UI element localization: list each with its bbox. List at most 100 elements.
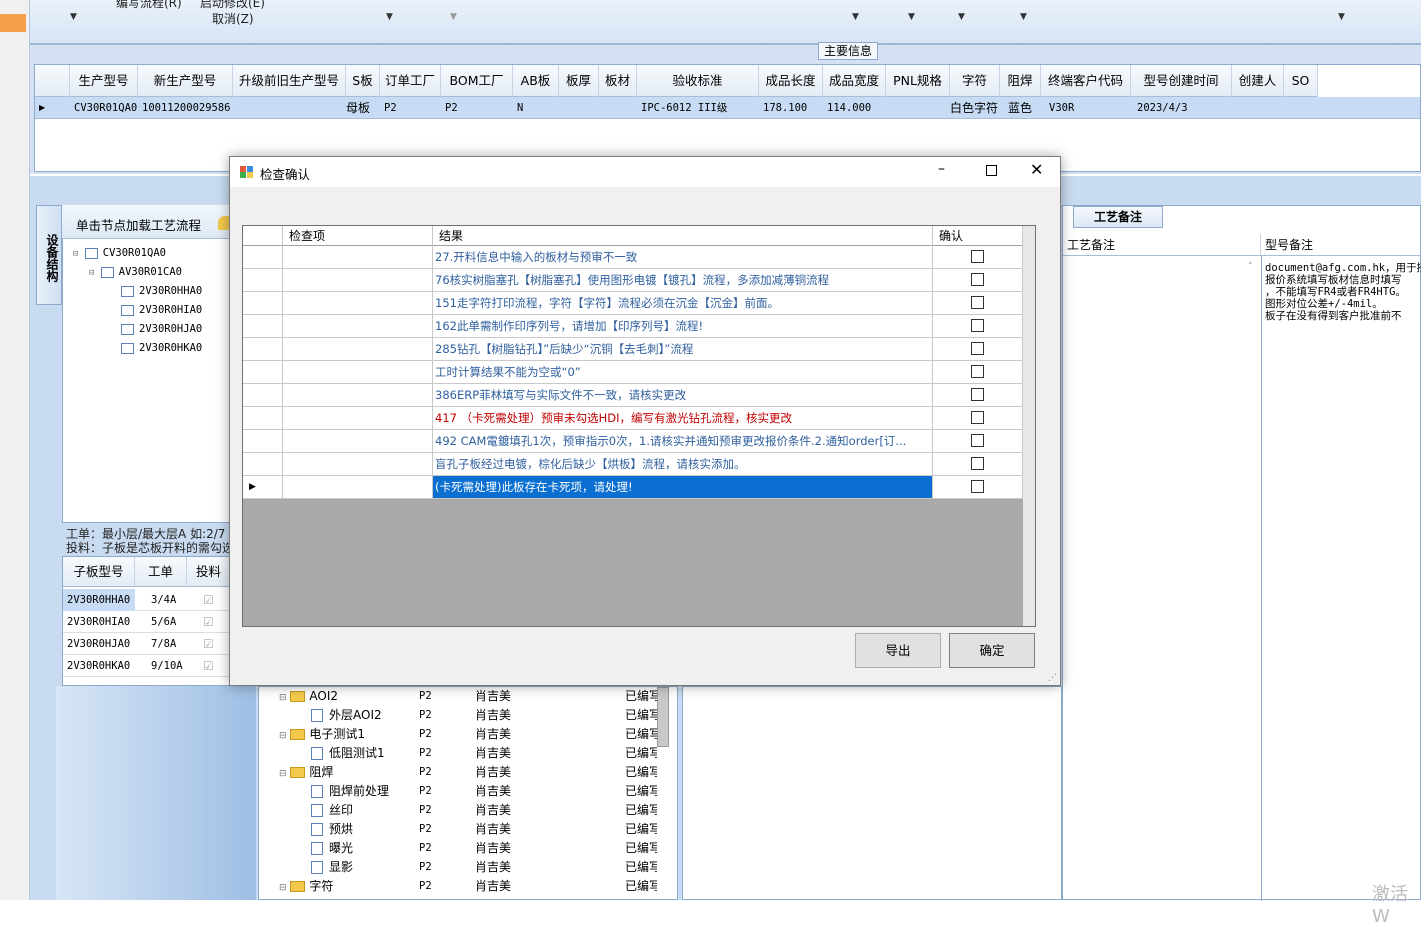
confirm-checkbox[interactable] [971, 342, 984, 355]
table-row[interactable]: 2V30R0HJA0 7/8A ☑ [63, 633, 253, 655]
table-row[interactable]: 2V30R0HKA0 9/10A ☑ [63, 655, 253, 677]
list-item[interactable]: 低阻测试1 P2 肖吉美 已编写 [259, 744, 657, 763]
chevron-down-icon[interactable]: ▼ [958, 12, 965, 22]
list-item[interactable]: ⊟ AOI2 P2 肖吉美 已编写 [259, 687, 657, 706]
confirm-checkbox[interactable] [971, 296, 984, 309]
row-header[interactable] [243, 384, 283, 406]
row-header[interactable] [243, 430, 283, 452]
tree-node[interactable]: 2V30R0HHA0 [121, 282, 202, 300]
confirm-checkbox[interactable] [971, 480, 984, 493]
tree-node[interactable]: ⊟ AV30R01CA0 [89, 263, 182, 281]
chevron-down-icon[interactable]: ▼ [386, 12, 393, 22]
tab-process-remark[interactable]: 工艺备注 [1073, 206, 1163, 228]
grid-cell[interactable]: CV30R01QA0 [70, 97, 138, 119]
column-header[interactable]: 检查项 [283, 226, 433, 246]
column-header[interactable]: 确认 [933, 226, 1023, 246]
scroll-up-icon[interactable]: ˄ [1248, 262, 1253, 272]
grid-cell[interactable]: 7/8A [147, 633, 187, 655]
confirm-cell[interactable] [933, 384, 1023, 406]
table-row[interactable]: 417 （卡死需处理）预审未勾选HDI，编写有激光钻孔流程，核实更改 [243, 407, 1023, 430]
confirm-checkbox[interactable] [971, 250, 984, 263]
column-header[interactable]: 创建人 [1232, 65, 1284, 97]
minimize-icon[interactable]: – [938, 161, 945, 177]
grid-cell[interactable]: 2V30R0HJA0 [63, 633, 135, 655]
table-row[interactable]: 76核实树脂塞孔【树脂塞孔】使用图形电镀【镀孔】流程，多添加减薄铜流程 [243, 269, 1023, 292]
left-rail-selected-item[interactable] [0, 14, 26, 32]
table-row[interactable]: 386ERP菲林填写与实际文件不一致，请核实更改 [243, 384, 1023, 407]
column-header[interactable]: 升级前旧生产型号 [233, 65, 346, 97]
checkbox-checked-icon[interactable]: ☑ [199, 589, 219, 611]
list-item[interactable]: 外层AOI2 P2 肖吉美 已编写 [259, 706, 657, 725]
check-item-cell[interactable] [283, 384, 433, 406]
table-row[interactable]: 492 CAM電鍍填孔1次，预审指示0次，1.请核实并通知预审更改报价条件.2.… [243, 430, 1023, 453]
checkbox-checked-icon[interactable]: ☑ [199, 611, 219, 633]
confirm-cell[interactable] [933, 269, 1023, 291]
confirm-checkbox[interactable] [971, 434, 984, 447]
grid-cell[interactable]: 9/10A [147, 655, 187, 677]
check-item-cell[interactable] [283, 476, 433, 498]
grid-cell[interactable]: 5/6A [147, 611, 187, 633]
column-header[interactable]: 阻焊 [1000, 65, 1041, 97]
confirm-cell[interactable] [933, 338, 1023, 360]
confirm-cell[interactable] [933, 407, 1023, 429]
tab-equipment-structure[interactable]: 设备结构 [36, 205, 62, 305]
grid-cell[interactable]: 2V30R0HIA0 [63, 611, 135, 633]
table-row[interactable]: 2V30R0HHA0 3/4A ☑ [63, 589, 253, 611]
column-header[interactable]: 订单工厂 [380, 65, 441, 97]
model-remark-text[interactable]: document@afg.com.hk，用于接 报价系统填写板材信息时填写 ，不… [1265, 262, 1421, 322]
chevron-down-icon[interactable]: ▼ [450, 12, 457, 22]
check-item-cell[interactable] [283, 269, 433, 291]
column-header[interactable]: 型号创建时间 [1131, 65, 1232, 97]
result-cell[interactable]: 76核实树脂塞孔【树脂塞孔】使用图形电镀【镀孔】流程，多添加减薄铜流程 [433, 269, 933, 291]
grid-cell[interactable]: P2 [380, 97, 441, 119]
collapse-icon[interactable]: ⊟ [279, 883, 287, 893]
checkbox-checked-icon[interactable]: ☑ [199, 655, 219, 677]
ok-button[interactable]: 确定 [949, 633, 1035, 668]
check-item-cell[interactable] [283, 430, 433, 452]
table-row[interactable]: 285钻孔【树脂钻孔】”后缺少“沉铜【去毛刺】”流程 [243, 338, 1023, 361]
column-header[interactable]: 工单 [135, 557, 187, 587]
column-header[interactable]: 结果 [433, 226, 933, 246]
column-header[interactable]: 型号备注 [1261, 234, 1421, 256]
row-header[interactable] [243, 338, 283, 360]
table-row[interactable]: ▶ CV30R01QA0 10011200029586 母板 P2 P2 N I… [35, 97, 1420, 119]
confirm-cell[interactable] [933, 453, 1023, 475]
column-header[interactable]: PNL规格 [886, 65, 950, 97]
scrollbar[interactable] [1023, 226, 1035, 626]
column-header[interactable]: 终端客户代码 [1041, 65, 1131, 97]
result-cell[interactable]: 285钻孔【树脂钻孔】”后缺少“沉铜【去毛刺】”流程 [433, 338, 933, 360]
grid-cell[interactable]: 蓝色 [1004, 97, 1045, 119]
grid-cell[interactable]: 2V30R0HKA0 [63, 655, 135, 677]
scrollbar-thumb[interactable] [657, 687, 669, 747]
result-cell[interactable]: 492 CAM電鍍填孔1次，预审指示0次，1.请核实并通知预审更改报价条件.2.… [433, 430, 933, 452]
result-cell[interactable]: 386ERP菲林填写与实际文件不一致，请核实更改 [433, 384, 933, 406]
confirm-cell[interactable] [933, 476, 1023, 498]
chevron-down-icon[interactable]: ▼ [908, 12, 915, 22]
grid-cell[interactable]: 114.000 [823, 97, 886, 119]
tree-node[interactable]: 2V30R0HJA0 [121, 320, 202, 338]
cancel-label[interactable]: 取消(Z) [212, 10, 254, 27]
checkbox-checked-icon[interactable]: ☑ [199, 633, 219, 655]
list-item[interactable]: 显影 P2 肖吉美 已编写 [259, 858, 657, 877]
column-header[interactable]: 工艺备注 [1063, 234, 1261, 256]
result-cell[interactable]: (卡死需处理)此板存在卡死项，请处理! [433, 476, 933, 498]
check-item-cell[interactable] [283, 453, 433, 475]
close-icon[interactable]: ✕ [1030, 160, 1043, 179]
table-row[interactable]: 工时计算结果不能为空或“0” [243, 361, 1023, 384]
confirm-checkbox[interactable] [971, 365, 984, 378]
tree-node[interactable]: ⊟ CV30R01QA0 [73, 244, 166, 262]
table-row[interactable]: 162此单需制作印序列号，请增加【印序列号】流程! [243, 315, 1023, 338]
column-header[interactable]: AB板 [513, 65, 559, 97]
grid-cell[interactable] [1232, 97, 1284, 119]
list-item[interactable]: ⊟ 字符 P2 肖吉美 已编写 [259, 877, 657, 896]
collapse-icon[interactable]: ⊟ [279, 693, 287, 703]
confirm-cell[interactable] [933, 361, 1023, 383]
write-flow-label[interactable]: 编写流程(R) [116, 0, 182, 11]
result-cell[interactable]: 417 （卡死需处理）预审未勾选HDI，编写有激光钻孔流程，核实更改 [433, 407, 933, 429]
column-header[interactable]: 成品宽度 [823, 65, 886, 97]
list-item[interactable]: 曝光 P2 肖吉美 已编写 [259, 839, 657, 858]
list-item[interactable]: 丝印 P2 肖吉美 已编写 [259, 801, 657, 820]
confirm-cell[interactable] [933, 292, 1023, 314]
chevron-down-icon[interactable]: ▼ [70, 12, 77, 22]
resize-grip-icon[interactable]: ⋰ [1048, 673, 1057, 683]
